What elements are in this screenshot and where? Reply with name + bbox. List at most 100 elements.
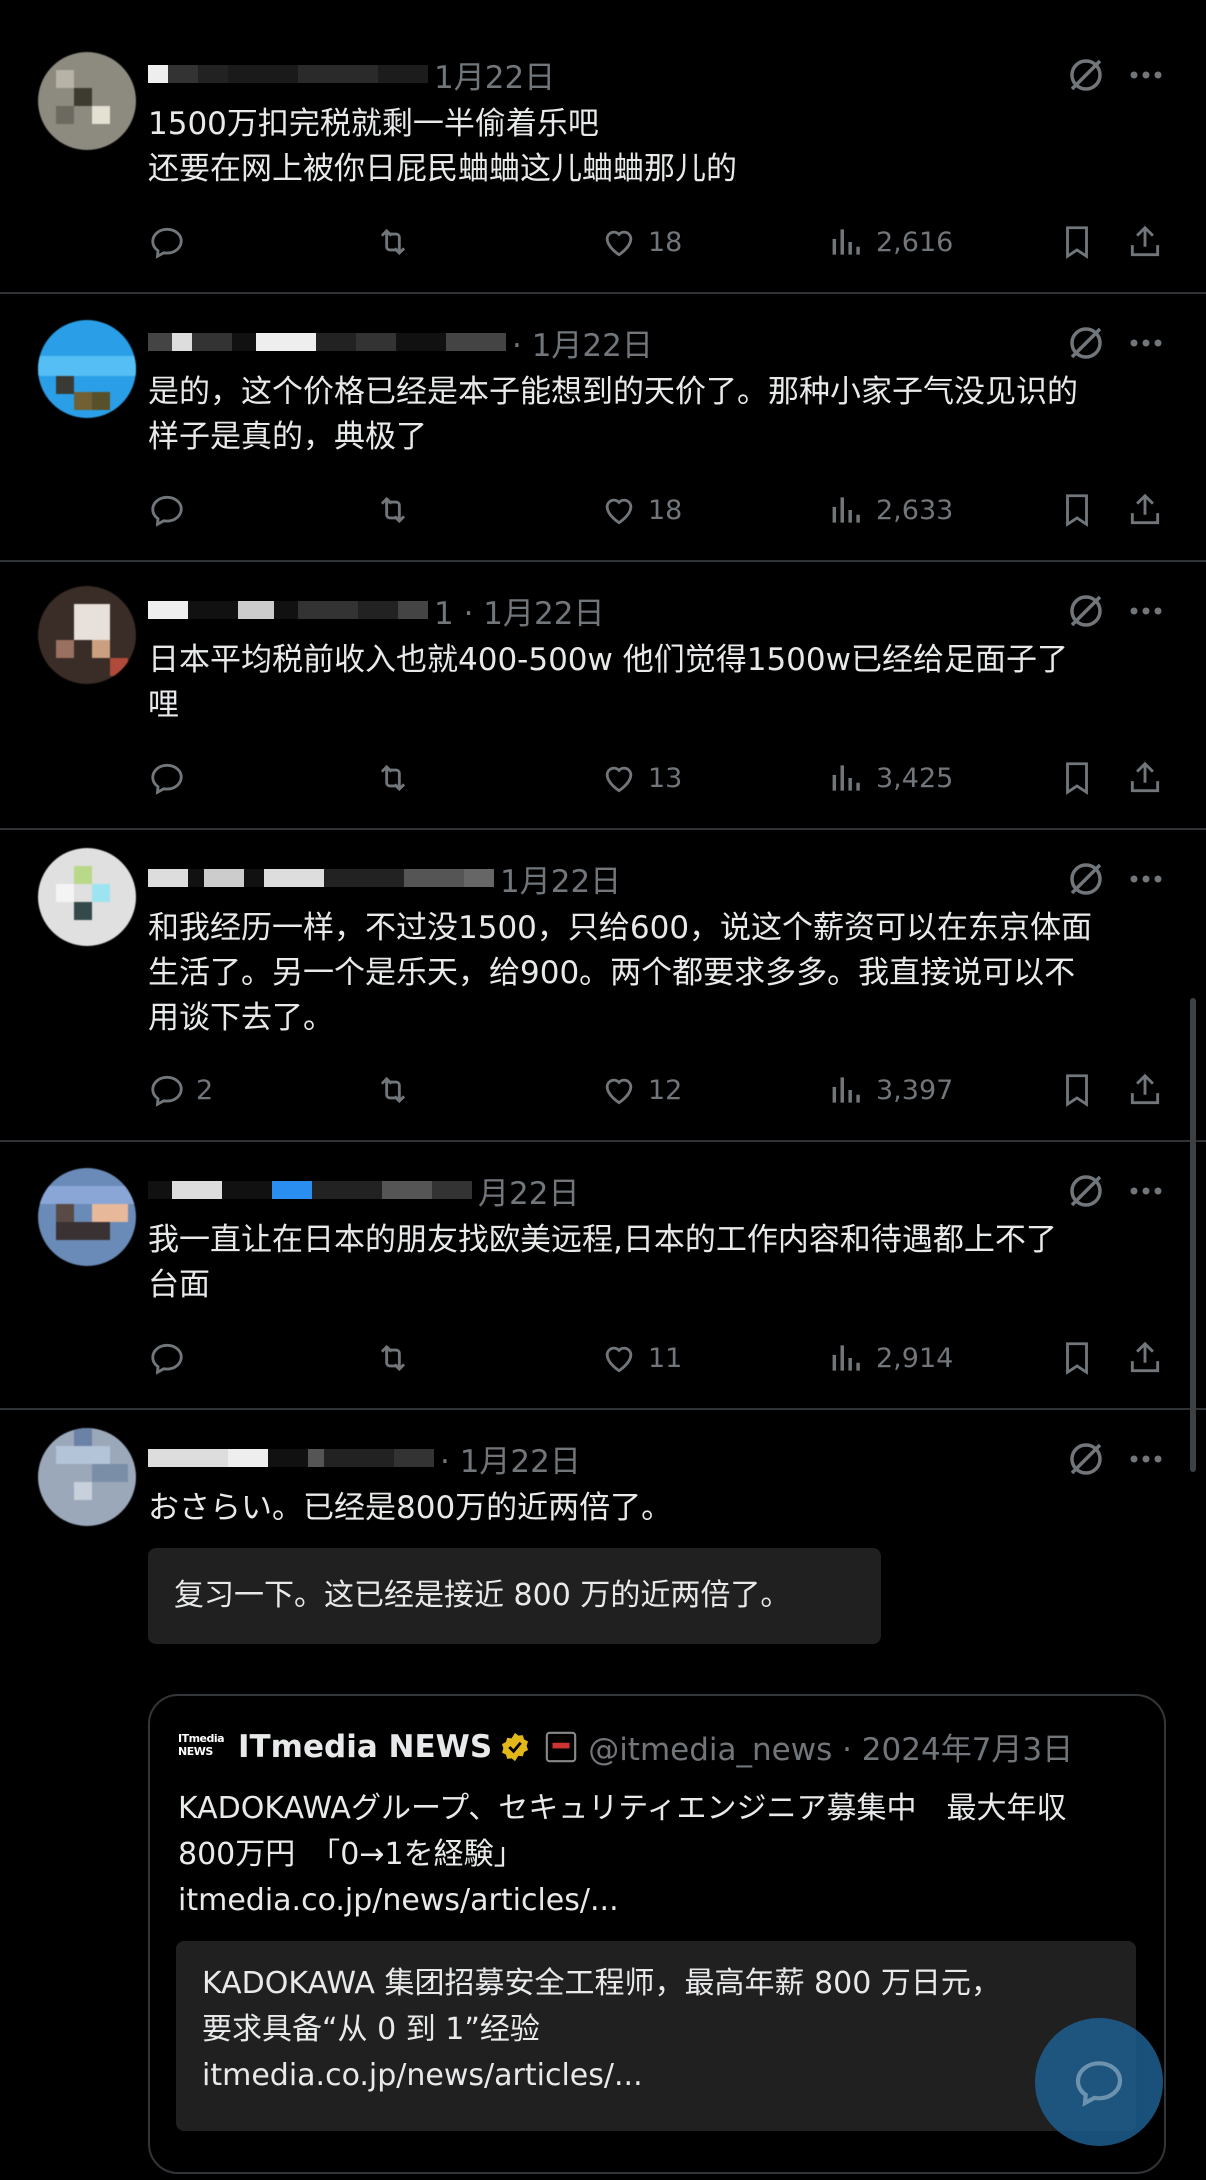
views-button[interactable]: 2,616	[828, 220, 953, 264]
avatar[interactable]	[38, 52, 136, 150]
author-name-redacted[interactable]	[148, 868, 494, 888]
reply-button[interactable]	[148, 488, 196, 532]
like-icon	[605, 498, 633, 525]
bookmark-button[interactable]	[1058, 756, 1096, 800]
author-name-redacted[interactable]	[148, 1180, 472, 1200]
bookmark-button[interactable]	[1058, 1336, 1096, 1380]
grok-icon[interactable]	[1066, 323, 1106, 363]
grok-icon[interactable]	[1066, 1171, 1106, 1211]
share-icon	[1130, 761, 1160, 793]
grok-icon[interactable]	[1066, 859, 1106, 899]
post-text: 我一直让在日本的朋友找欧美远程,日本的工作内容和待遇都上不了 台面	[148, 1222, 1057, 1303]
post-3[interactable]: 1 · 1月22日 日本平均税前收入也就400-500w 他们觉得1500w已经…	[0, 560, 1206, 830]
bookmark-icon	[1066, 762, 1088, 795]
post-2[interactable]: · 1月22日 是的，这个价格已经是本子能想到的天价了。那种小家子气没见识的 样…	[0, 292, 1206, 562]
quoted-post-text: KADOKAWAグループ、セキュリティエンジニア募集中 最大年収 800万円 「…	[178, 1791, 1067, 1918]
views-icon	[832, 497, 860, 523]
post-date[interactable]: 1月22日	[434, 52, 555, 97]
share-button[interactable]	[1126, 756, 1164, 800]
views-icon	[832, 1077, 860, 1103]
reply-button[interactable]	[148, 220, 196, 264]
like-button[interactable]: 18	[600, 488, 682, 532]
grok-icon[interactable]	[1066, 55, 1106, 95]
quoted-author-name[interactable]: ITmedia NEWS	[238, 1729, 492, 1765]
like-icon	[605, 1346, 633, 1373]
reply-icon	[151, 1343, 183, 1375]
retweet-button[interactable]	[374, 1336, 412, 1380]
share-button[interactable]	[1126, 220, 1164, 264]
quoted-avatar-logo[interactable]: ITmedia NEWS	[178, 1732, 228, 1762]
share-button[interactable]	[1126, 1068, 1164, 1112]
more-icon[interactable]	[1126, 1171, 1166, 1211]
compose-reply-button[interactable]	[1035, 2018, 1163, 2146]
avatar[interactable]	[38, 848, 136, 946]
bookmark-icon	[1066, 1342, 1088, 1375]
author-name-redacted[interactable]	[148, 332, 506, 352]
post-date[interactable]: 1月22日	[500, 856, 621, 901]
views-icon	[832, 229, 860, 255]
quoted-post-card[interactable]: ITmedia NEWS ITmedia NEWS @itmedia_news …	[148, 1694, 1166, 2174]
more-icon[interactable]	[1126, 55, 1166, 95]
reply-button[interactable]	[148, 1336, 196, 1380]
reply-button[interactable]	[148, 756, 196, 800]
reply-icon	[151, 495, 183, 527]
reply-count: 2	[196, 1074, 214, 1106]
reply-icon	[151, 1075, 183, 1107]
post-date[interactable]: 1 · 1月22日	[434, 588, 604, 633]
like-button[interactable]: 11	[600, 1336, 682, 1380]
more-icon[interactable]	[1126, 1439, 1166, 1479]
like-count: 11	[648, 1342, 683, 1374]
like-count: 13	[648, 762, 683, 794]
views-count: 2,633	[876, 494, 954, 526]
post-1[interactable]: 1月22日 1500万扣完税就剩一半偷着乐吧 还要在网上被你日屁民蛐蛐这儿蛐蛐那…	[0, 0, 1206, 294]
views-icon	[832, 765, 860, 791]
post-header: · 1月22日	[148, 1436, 581, 1481]
like-button[interactable]: 13	[600, 756, 682, 800]
post-4[interactable]: 1月22日 和我经历一样，不过没1500，只给600，说这个薪资可以在东京体面 …	[0, 828, 1206, 1142]
author-name-redacted[interactable]	[148, 600, 428, 620]
post-date[interactable]: · 1月22日	[440, 1436, 581, 1481]
avatar[interactable]	[38, 586, 136, 684]
quoted-handle-date[interactable]: @itmedia_news · 2024年7月3日	[588, 1724, 1073, 1769]
post-text: おさらい。已经是800万的近两倍了。	[148, 1490, 673, 1526]
bookmark-button[interactable]	[1058, 220, 1096, 264]
bookmark-button[interactable]	[1058, 1068, 1096, 1112]
post-date[interactable]: · 1月22日	[512, 320, 653, 365]
views-button[interactable]: 2,633	[828, 488, 953, 532]
more-icon[interactable]	[1126, 591, 1166, 631]
reply-button[interactable]: 2	[148, 1068, 213, 1112]
grok-icon[interactable]	[1066, 1439, 1106, 1479]
post-header: 1 · 1月22日	[148, 588, 604, 633]
like-button[interactable]: 18	[600, 220, 682, 264]
share-icon	[1130, 1073, 1160, 1105]
avatar[interactable]	[38, 320, 136, 418]
bookmark-icon	[1066, 1074, 1088, 1107]
more-icon[interactable]	[1126, 323, 1166, 363]
retweet-button[interactable]	[374, 1068, 412, 1112]
views-button[interactable]: 3,425	[828, 756, 953, 800]
share-button[interactable]	[1126, 1336, 1164, 1380]
author-name-redacted[interactable]	[148, 64, 428, 84]
logo-text: ITmedia NEWS	[178, 1731, 225, 1758]
retweet-button[interactable]	[374, 488, 412, 532]
views-count: 3,397	[876, 1074, 954, 1106]
avatar[interactable]	[38, 1428, 136, 1526]
like-button[interactable]: 12	[600, 1068, 682, 1112]
retweet-button[interactable]	[374, 756, 412, 800]
post-5[interactable]: 月22日 我一直让在日本的朋友找欧美远程,日本的工作内容和待遇都上不了 台面 1…	[0, 1140, 1206, 1410]
scrollbar[interactable]	[1190, 998, 1196, 1472]
bookmark-button[interactable]	[1058, 488, 1096, 532]
views-button[interactable]: 2,914	[828, 1336, 953, 1380]
avatar[interactable]	[38, 1168, 136, 1266]
verified-badge-icon	[502, 1732, 529, 1761]
share-button[interactable]	[1126, 488, 1164, 532]
more-icon[interactable]	[1126, 859, 1166, 899]
retweet-button[interactable]	[374, 220, 412, 264]
post-date[interactable]: 月22日	[478, 1168, 579, 1213]
views-button[interactable]: 3,397	[828, 1068, 953, 1112]
like-count: 18	[648, 494, 683, 526]
author-name-redacted[interactable]	[148, 1448, 434, 1468]
like-count: 12	[648, 1074, 683, 1106]
grok-icon[interactable]	[1066, 591, 1106, 631]
quoted-translation-text: KADOKAWA 集团招募安全工程师，最高年薪 800 万日元， 要求具备“从 …	[202, 1966, 1001, 2093]
